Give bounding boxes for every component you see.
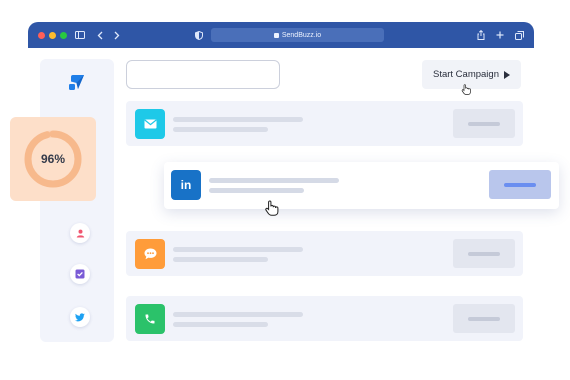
sendbuzz-logo-icon[interactable] [68, 73, 86, 91]
progress-value: 96% [40, 152, 66, 166]
sidebar-toggle-icon[interactable] [74, 28, 86, 42]
hand-cursor-icon [461, 84, 471, 95]
sidebar-item-twitter[interactable] [70, 307, 90, 327]
sidebar-item-contacts[interactable] [70, 223, 90, 243]
play-icon [504, 70, 510, 79]
twitter-icon [75, 312, 85, 321]
linkedin-icon: in [171, 170, 201, 200]
channel-row-linkedin[interactable]: in [164, 162, 559, 209]
chat-bubble-icon [135, 239, 165, 269]
placeholder-line [173, 257, 268, 262]
channel-action-button[interactable] [453, 109, 515, 138]
placeholder-line [173, 312, 303, 317]
channel-action-button[interactable] [489, 170, 551, 199]
channel-row-email[interactable] [126, 101, 523, 146]
share-icon[interactable] [476, 28, 486, 42]
placeholder-line [173, 247, 303, 252]
tabs-icon[interactable] [514, 28, 524, 42]
user-icon [76, 229, 84, 237]
shield-icon[interactable] [194, 28, 204, 42]
sidebar-item-tasks[interactable] [70, 264, 90, 284]
stage: SendBuzz.io 96% Start Campaign in [0, 0, 570, 380]
close-window-button[interactable] [38, 32, 45, 39]
phone-icon [135, 304, 165, 334]
progress-card: 96% [10, 117, 96, 201]
url-text: SendBuzz.io [281, 31, 322, 39]
channel-row-chat[interactable] [126, 231, 523, 276]
new-tab-icon[interactable] [495, 28, 505, 42]
lock-icon [273, 32, 279, 38]
placeholder-line [209, 188, 304, 193]
maximize-window-button[interactable] [60, 32, 67, 39]
address-bar[interactable]: SendBuzz.io [211, 28, 384, 42]
forward-icon[interactable] [112, 28, 122, 42]
placeholder-line [173, 117, 303, 122]
minimize-window-button[interactable] [49, 32, 56, 39]
mail-icon [135, 109, 165, 139]
start-campaign-label: Start Campaign [432, 69, 499, 80]
checkbox-icon [75, 269, 85, 279]
hand-cursor-icon [265, 200, 279, 216]
placeholder-line [209, 178, 339, 183]
placeholder-line [173, 322, 268, 327]
channel-action-button[interactable] [453, 304, 515, 333]
start-campaign-button[interactable]: Start Campaign [422, 60, 521, 89]
channel-action-button[interactable] [453, 239, 515, 268]
channel-row-phone[interactable] [126, 296, 523, 341]
search-input[interactable] [126, 60, 280, 89]
back-icon[interactable] [95, 28, 105, 42]
browser-toolbar: SendBuzz.io [28, 22, 534, 48]
placeholder-line [173, 127, 268, 132]
